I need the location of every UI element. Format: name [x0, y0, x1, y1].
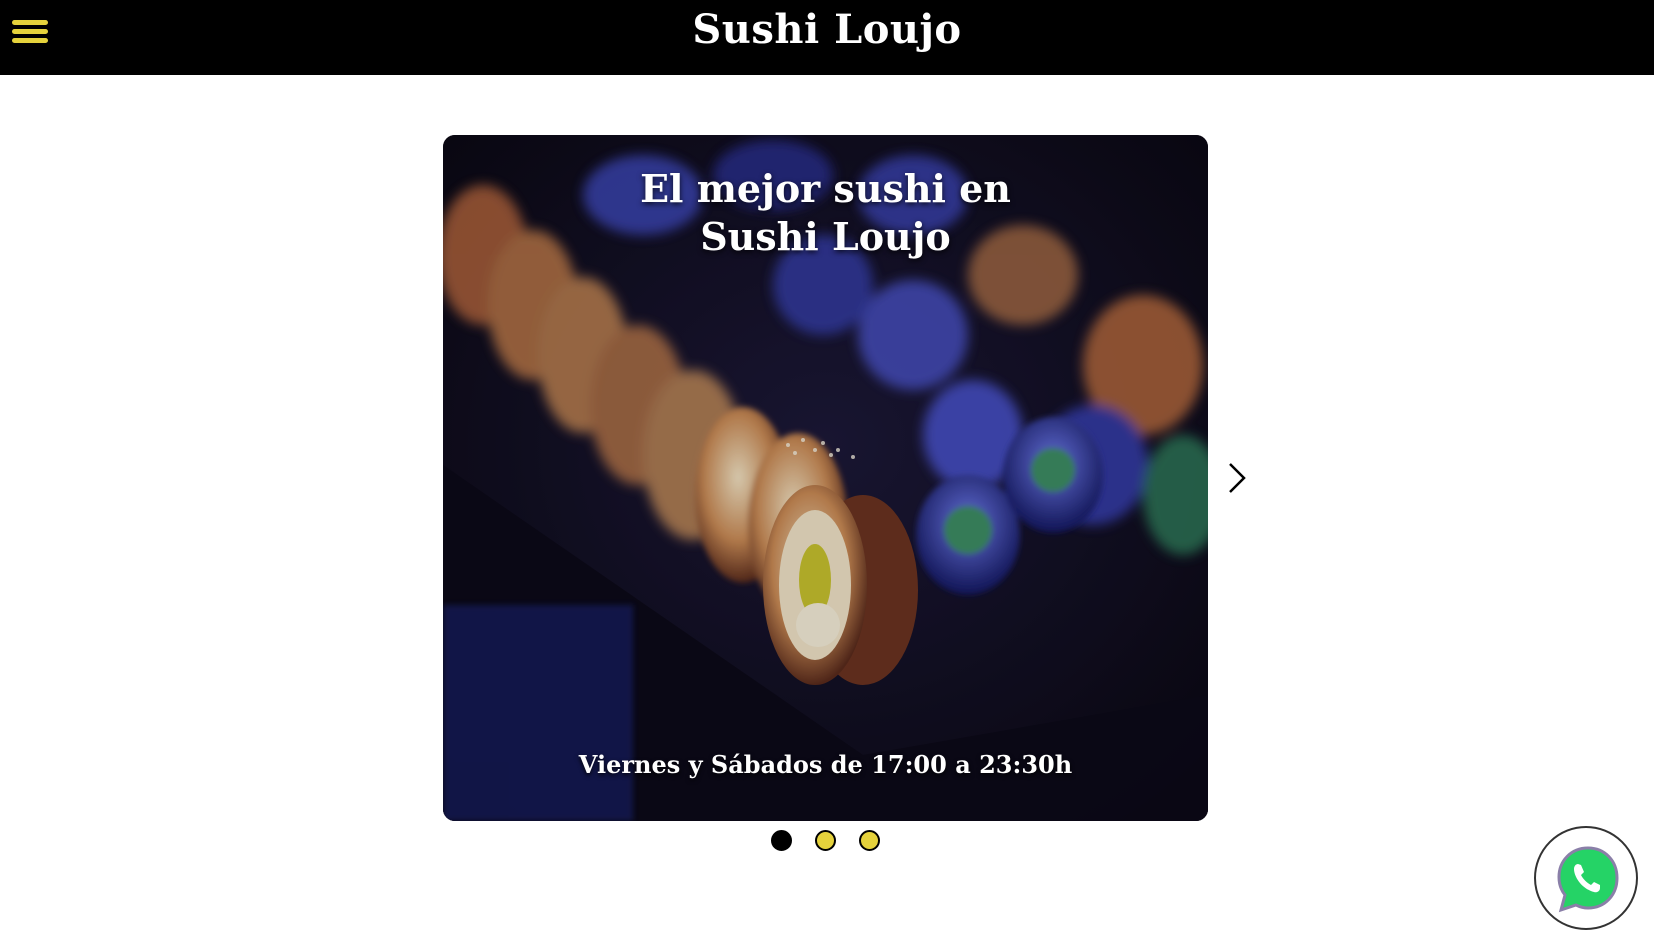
slider-dot-2[interactable]: [815, 830, 836, 851]
hero-slide: El mejor sushi en Sushi Loujo Viernes y …: [443, 135, 1208, 821]
slider-dot-1[interactable]: [771, 830, 792, 851]
slider-dot-3[interactable]: [859, 830, 880, 851]
slide-heading-line2: Sushi Loujo: [700, 214, 951, 259]
slider-pagination: [771, 830, 883, 852]
site-title[interactable]: Sushi Loujo: [0, 6, 1654, 53]
slide-heading: El mejor sushi en Sushi Loujo: [443, 165, 1208, 261]
opening-hours: Viernes y Sábados de 17:00 a 23:30h: [578, 750, 1073, 779]
chevron-right-icon[interactable]: [1222, 458, 1250, 498]
top-navigation-bar: Sushi Loujo: [0, 0, 1654, 75]
whatsapp-button[interactable]: [1534, 826, 1638, 930]
slide-heading-line1: El mejor sushi en: [640, 166, 1011, 211]
whatsapp-icon: [1557, 846, 1619, 913]
